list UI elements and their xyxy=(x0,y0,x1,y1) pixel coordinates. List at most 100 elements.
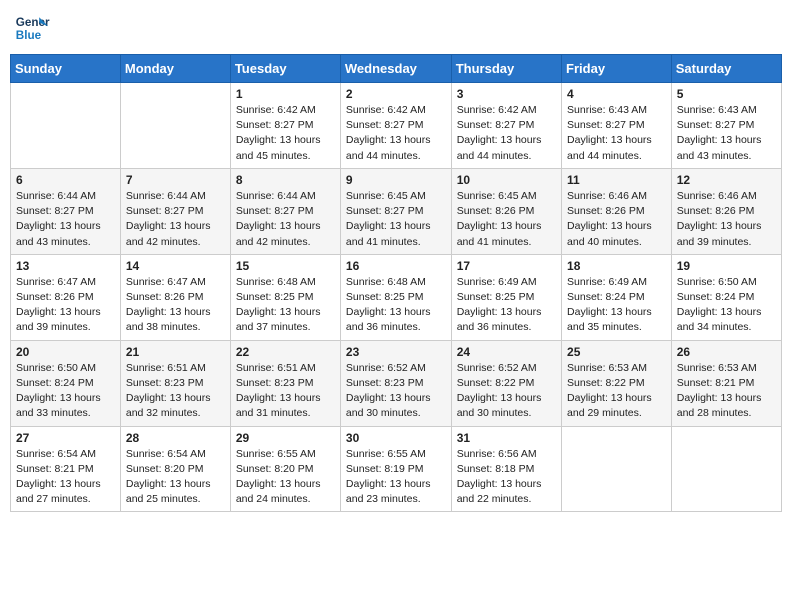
svg-text:Blue: Blue xyxy=(16,29,42,42)
day-number: 21 xyxy=(126,345,225,359)
page-header: General Blue xyxy=(10,10,782,46)
day-number: 15 xyxy=(236,259,335,273)
calendar-cell: 2 Sunrise: 6:42 AM Sunset: 8:27 PM Daylig… xyxy=(340,83,451,169)
weekday-header-wednesday: Wednesday xyxy=(340,55,451,83)
cell-content: Sunrise: 6:55 AM Sunset: 8:19 PM Dayligh… xyxy=(346,447,446,508)
calendar-cell: 9 Sunrise: 6:45 AM Sunset: 8:27 PM Daylig… xyxy=(340,168,451,254)
day-number: 13 xyxy=(16,259,115,273)
cell-content: Sunrise: 6:42 AM Sunset: 8:27 PM Dayligh… xyxy=(346,103,446,164)
day-number: 2 xyxy=(346,87,446,101)
day-number: 6 xyxy=(16,173,115,187)
day-number: 11 xyxy=(567,173,666,187)
calendar-week-2: 6 Sunrise: 6:44 AM Sunset: 8:27 PM Daylig… xyxy=(11,168,782,254)
calendar-cell: 13 Sunrise: 6:47 AM Sunset: 8:26 PM Dayli… xyxy=(11,254,121,340)
cell-content: Sunrise: 6:56 AM Sunset: 8:18 PM Dayligh… xyxy=(457,447,556,508)
day-number: 24 xyxy=(457,345,556,359)
calendar-cell: 11 Sunrise: 6:46 AM Sunset: 8:26 PM Dayli… xyxy=(562,168,672,254)
cell-content: Sunrise: 6:46 AM Sunset: 8:26 PM Dayligh… xyxy=(677,189,776,250)
day-number: 26 xyxy=(677,345,776,359)
day-number: 10 xyxy=(457,173,556,187)
calendar-cell: 21Sunrise: 6:51 AM Sunset: 8:23 PM Dayli… xyxy=(120,340,230,426)
day-number: 19 xyxy=(677,259,776,273)
calendar-cell: 22 Sunrise: 6:51 AM Sunset: 8:23 PM Dayli… xyxy=(230,340,340,426)
cell-content: Sunrise: 6:45 AM Sunset: 8:27 PM Dayligh… xyxy=(346,189,446,250)
cell-content: Sunrise: 6:48 AM Sunset: 8:25 PM Dayligh… xyxy=(346,275,446,336)
cell-content: Sunrise: 6:49 AM Sunset: 8:24 PM Dayligh… xyxy=(567,275,666,336)
calendar-cell: 8 Sunrise: 6:44 AM Sunset: 8:27 PM Daylig… xyxy=(230,168,340,254)
calendar-cell: 28Sunrise: 6:54 AM Sunset: 8:20 PM Dayli… xyxy=(120,426,230,512)
day-number: 17 xyxy=(457,259,556,273)
cell-content: Sunrise: 6:52 AM Sunset: 8:22 PM Dayligh… xyxy=(457,361,556,422)
calendar-cell: 15 Sunrise: 6:48 AM Sunset: 8:25 PM Dayli… xyxy=(230,254,340,340)
calendar-week-5: 27 Sunrise: 6:54 AM Sunset: 8:21 PM Dayli… xyxy=(11,426,782,512)
weekday-header-saturday: Saturday xyxy=(671,55,781,83)
day-number: 9 xyxy=(346,173,446,187)
day-number: 5 xyxy=(677,87,776,101)
day-number: 22 xyxy=(236,345,335,359)
calendar-table: SundayMondayTuesdayWednesdayThursdayFrid… xyxy=(10,54,782,512)
calendar-cell: 17 Sunrise: 6:49 AM Sunset: 8:25 PM Dayli… xyxy=(451,254,561,340)
cell-content: Sunrise: 6:47 AM Sunset: 8:26 PM Dayligh… xyxy=(16,275,115,336)
cell-content: Sunrise: 6:47 AM Sunset: 8:26 PM Dayligh… xyxy=(126,275,225,336)
day-number: 25 xyxy=(567,345,666,359)
calendar-cell: 18Sunrise: 6:49 AM Sunset: 8:24 PM Dayli… xyxy=(562,254,672,340)
calendar-week-3: 13 Sunrise: 6:47 AM Sunset: 8:26 PM Dayli… xyxy=(11,254,782,340)
calendar-cell: 6 Sunrise: 6:44 AM Sunset: 8:27 PM Daylig… xyxy=(11,168,121,254)
calendar-cell xyxy=(671,426,781,512)
day-number: 16 xyxy=(346,259,446,273)
logo-icon: General Blue xyxy=(14,10,50,46)
calendar-cell: 7 Sunrise: 6:44 AM Sunset: 8:27 PM Daylig… xyxy=(120,168,230,254)
calendar-cell: 4 Sunrise: 6:43 AM Sunset: 8:27 PM Daylig… xyxy=(562,83,672,169)
calendar-cell: 10 Sunrise: 6:45 AM Sunset: 8:26 PM Dayli… xyxy=(451,168,561,254)
cell-content: Sunrise: 6:44 AM Sunset: 8:27 PM Dayligh… xyxy=(236,189,335,250)
cell-content: Sunrise: 6:54 AM Sunset: 8:20 PM Dayligh… xyxy=(126,447,225,508)
calendar-cell: 23 Sunrise: 6:52 AM Sunset: 8:23 PM Dayli… xyxy=(340,340,451,426)
cell-content: Sunrise: 6:53 AM Sunset: 8:22 PM Dayligh… xyxy=(567,361,666,422)
weekday-header-tuesday: Tuesday xyxy=(230,55,340,83)
cell-content: Sunrise: 6:55 AM Sunset: 8:20 PM Dayligh… xyxy=(236,447,335,508)
day-number: 12 xyxy=(677,173,776,187)
calendar-cell xyxy=(562,426,672,512)
calendar-cell: 29 Sunrise: 6:55 AM Sunset: 8:20 PM Dayli… xyxy=(230,426,340,512)
calendar-cell: 24 Sunrise: 6:52 AM Sunset: 8:22 PM Dayli… xyxy=(451,340,561,426)
cell-content: Sunrise: 6:49 AM Sunset: 8:25 PM Dayligh… xyxy=(457,275,556,336)
calendar-week-1: 1Sunrise: 6:42 AM Sunset: 8:27 PM Daylig… xyxy=(11,83,782,169)
day-number: 27 xyxy=(16,431,115,445)
day-number: 14 xyxy=(126,259,225,273)
cell-content: Sunrise: 6:44 AM Sunset: 8:27 PM Dayligh… xyxy=(126,189,225,250)
cell-content: Sunrise: 6:53 AM Sunset: 8:21 PM Dayligh… xyxy=(677,361,776,422)
cell-content: Sunrise: 6:42 AM Sunset: 8:27 PM Dayligh… xyxy=(236,103,335,164)
calendar-cell: 5 Sunrise: 6:43 AM Sunset: 8:27 PM Daylig… xyxy=(671,83,781,169)
cell-content: Sunrise: 6:43 AM Sunset: 8:27 PM Dayligh… xyxy=(567,103,666,164)
logo: General Blue xyxy=(14,10,50,46)
svg-text:General: General xyxy=(16,16,50,29)
day-number: 4 xyxy=(567,87,666,101)
calendar-cell: 19Sunrise: 6:50 AM Sunset: 8:24 PM Dayli… xyxy=(671,254,781,340)
calendar-cell: 1Sunrise: 6:42 AM Sunset: 8:27 PM Daylig… xyxy=(230,83,340,169)
cell-content: Sunrise: 6:54 AM Sunset: 8:21 PM Dayligh… xyxy=(16,447,115,508)
calendar-week-4: 20Sunrise: 6:50 AM Sunset: 8:24 PM Dayli… xyxy=(11,340,782,426)
weekday-header-sunday: Sunday xyxy=(11,55,121,83)
day-number: 31 xyxy=(457,431,556,445)
calendar-cell: 27 Sunrise: 6:54 AM Sunset: 8:21 PM Dayli… xyxy=(11,426,121,512)
day-number: 29 xyxy=(236,431,335,445)
weekday-header-friday: Friday xyxy=(562,55,672,83)
calendar-cell xyxy=(120,83,230,169)
cell-content: Sunrise: 6:45 AM Sunset: 8:26 PM Dayligh… xyxy=(457,189,556,250)
day-number: 30 xyxy=(346,431,446,445)
day-number: 8 xyxy=(236,173,335,187)
cell-content: Sunrise: 6:44 AM Sunset: 8:27 PM Dayligh… xyxy=(16,189,115,250)
cell-content: Sunrise: 6:51 AM Sunset: 8:23 PM Dayligh… xyxy=(236,361,335,422)
calendar-cell: 20Sunrise: 6:50 AM Sunset: 8:24 PM Dayli… xyxy=(11,340,121,426)
calendar-cell: 31 Sunrise: 6:56 AM Sunset: 8:18 PM Dayli… xyxy=(451,426,561,512)
cell-content: Sunrise: 6:43 AM Sunset: 8:27 PM Dayligh… xyxy=(677,103,776,164)
weekday-header-monday: Monday xyxy=(120,55,230,83)
cell-content: Sunrise: 6:48 AM Sunset: 8:25 PM Dayligh… xyxy=(236,275,335,336)
day-number: 23 xyxy=(346,345,446,359)
cell-content: Sunrise: 6:42 AM Sunset: 8:27 PM Dayligh… xyxy=(457,103,556,164)
calendar-cell: 16 Sunrise: 6:48 AM Sunset: 8:25 PM Dayli… xyxy=(340,254,451,340)
day-number: 3 xyxy=(457,87,556,101)
day-number: 7 xyxy=(126,173,225,187)
cell-content: Sunrise: 6:46 AM Sunset: 8:26 PM Dayligh… xyxy=(567,189,666,250)
cell-content: Sunrise: 6:52 AM Sunset: 8:23 PM Dayligh… xyxy=(346,361,446,422)
